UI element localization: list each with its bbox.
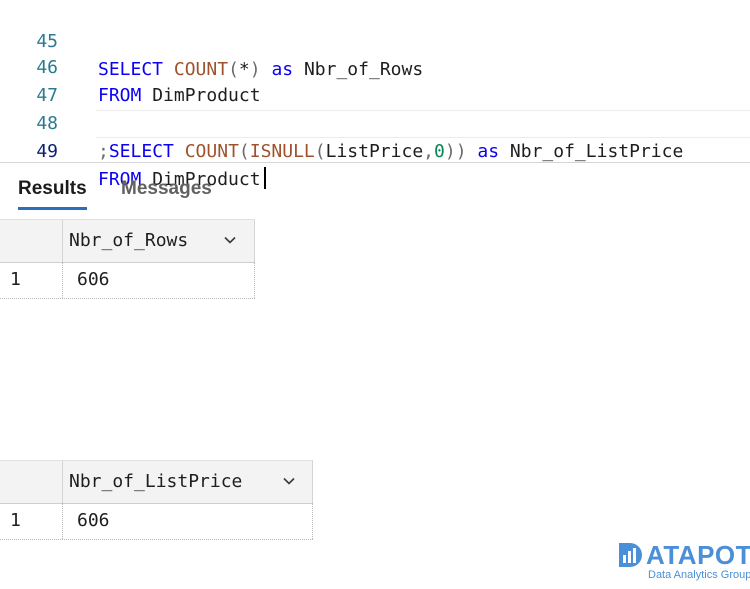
code-line-48[interactable]: 48 ;SELECT COUNT(ISNULL(ListPrice,0)) as… <box>0 82 750 162</box>
table-row[interactable]: 1 606 <box>0 503 313 540</box>
row-number: 1 <box>10 269 21 290</box>
column-header-nbr-of-rows[interactable]: Nbr_of_Rows <box>69 220 188 262</box>
code-token: COUNT <box>184 141 239 162</box>
line-number: 48 <box>36 113 58 134</box>
code-token: ( <box>238 141 250 162</box>
cell-divider <box>62 262 64 298</box>
result-grid-2[interactable]: Nbr_of_ListPrice 1 606 <box>0 460 314 542</box>
code-token: )) <box>444 141 467 162</box>
code-token: Nbr_of_ListPrice <box>499 141 684 162</box>
code-line-47[interactable]: 47 <box>0 54 750 106</box>
chevron-down-icon[interactable] <box>283 475 295 487</box>
result-grid-1[interactable]: Nbr_of_Rows 1 606 <box>0 219 256 301</box>
text-cursor <box>263 167 266 189</box>
code-token: as <box>477 141 500 162</box>
cell-value[interactable]: 606 <box>77 503 110 539</box>
column-divider <box>62 461 63 503</box>
tab-messages[interactable]: Messages <box>121 176 212 206</box>
chevron-down-icon[interactable] <box>224 234 236 246</box>
cell-divider <box>312 503 314 539</box>
column-divider <box>254 220 255 262</box>
watermark-tagline: Data Analytics Group <box>648 569 750 581</box>
code-token: , <box>423 141 435 162</box>
cell-divider <box>254 262 256 298</box>
column-header-nbr-of-listprice[interactable]: Nbr_of_ListPrice <box>69 461 242 503</box>
datapot-logo-icon <box>619 543 642 567</box>
table-row[interactable]: 1 606 <box>0 262 255 299</box>
column-divider <box>312 461 313 503</box>
pane-divider[interactable] <box>0 162 750 163</box>
grid-header: Nbr_of_Rows <box>0 219 255 263</box>
code-token: 0 <box>434 141 445 162</box>
sql-editor[interactable]: 45 SELECT COUNT(*) as Nbr_of_Rows 46 FRO… <box>0 0 750 190</box>
code-token: ListPrice <box>325 141 424 162</box>
code-line-46[interactable]: 46 FROM DimProduct <box>0 26 750 106</box>
tab-results[interactable]: Results <box>18 176 87 210</box>
code-line-49[interactable]: 49 FROM DimProduct <box>36 110 750 190</box>
code-token: ISNULL <box>249 141 315 162</box>
datapot-watermark: ATAPOT Data Analytics Group <box>616 540 750 584</box>
row-number: 1 <box>10 510 21 531</box>
code-line-45[interactable]: 45 SELECT COUNT(*) as Nbr_of_Rows <box>0 0 750 80</box>
cell-divider <box>62 503 64 539</box>
grid-header: Nbr_of_ListPrice <box>0 460 313 504</box>
column-divider <box>62 220 63 262</box>
watermark-brand: ATAPOT <box>646 540 750 570</box>
code-token: ( <box>314 141 326 162</box>
cell-value[interactable]: 606 <box>77 262 110 298</box>
